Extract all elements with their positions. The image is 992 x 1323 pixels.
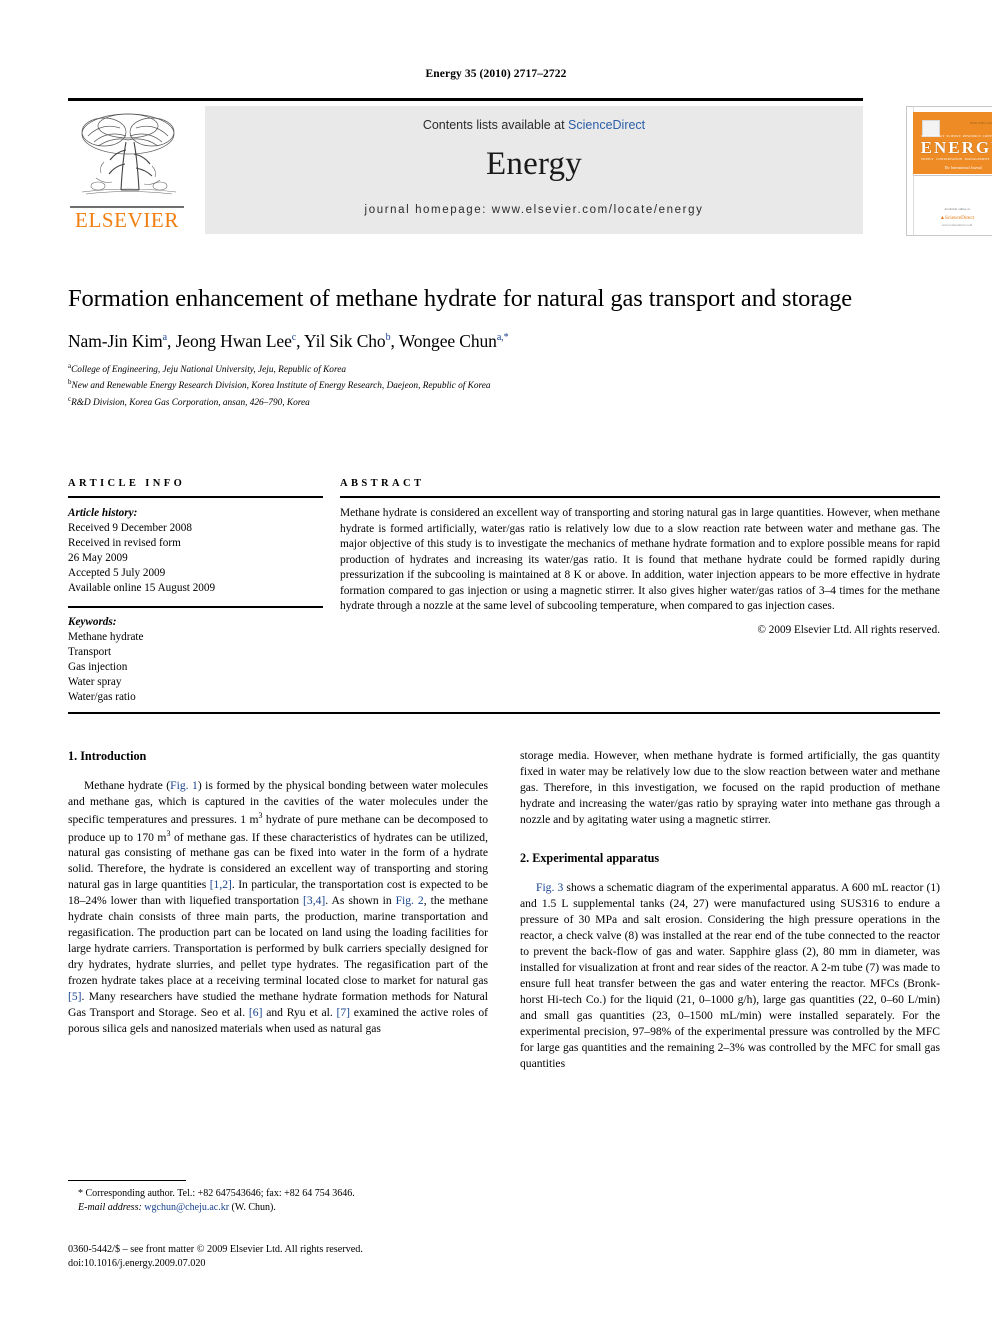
- experimental-text: shows a schematic diagram of the experim…: [520, 880, 940, 1070]
- author-affil-mark: b: [385, 332, 391, 344]
- author-name: Yil Sik Cho: [304, 330, 386, 351]
- intro-text-i: and Ryu et al.: [262, 1006, 337, 1020]
- citation-ref-7[interactable]: [7]: [337, 1006, 351, 1019]
- keyword-item: Water spray: [68, 676, 122, 688]
- keywords-label: Keywords:: [68, 616, 117, 628]
- journal-cover-thumbnail[interactable]: ISSN 0360-5442 TECHNOLOGY SCIENCE RESOUR…: [906, 106, 992, 236]
- article-info-rule-top: [68, 496, 323, 498]
- abstract-copyright: © 2009 Elsevier Ltd. All rights reserved…: [757, 623, 941, 636]
- author-name: Nam-Jin Kim: [68, 330, 163, 351]
- abstract-heading: ABSTRACT: [340, 478, 425, 489]
- affiliation-text: R&D Division, Korea Gas Corporation, ans…: [71, 398, 310, 409]
- article-info-heading: ARTICLE INFO: [68, 478, 186, 489]
- figure-ref-fig2[interactable]: Fig. 2: [396, 894, 424, 907]
- author-affil-mark: c: [291, 332, 297, 344]
- email-suffix: (W. Chun).: [229, 1202, 276, 1213]
- affiliation-item: aCollege of Engineering, Jeju National U…: [68, 361, 940, 378]
- cover-url: www.sciencedirect.com: [941, 223, 973, 227]
- citation-ref-6[interactable]: [6]: [249, 1006, 263, 1019]
- affiliation-item: cR&D Division, Korea Gas Corporation, an…: [68, 394, 940, 411]
- cover-issn: ISSN 0360-5442: [969, 121, 992, 125]
- figure-ref-fig1[interactable]: Fig. 1: [170, 779, 198, 792]
- cover-bottom-label: MANAGEMENT: [964, 157, 990, 161]
- author-name: Wongee Chun: [398, 330, 497, 351]
- affiliation-list: aCollege of Engineering, Jeju National U…: [68, 361, 940, 411]
- page-title: Formation enhancement of methane hydrate…: [68, 285, 853, 312]
- imprint-line-issn: 0360-5442/$ – see front matter © 2009 El…: [68, 1244, 363, 1255]
- masthead-center-band: Contents lists available at ScienceDirec…: [205, 106, 863, 234]
- email-note: E-mail address: wgchun@cheju.ac.kr (W. C…: [68, 1201, 488, 1215]
- keyword-item: Transport: [68, 646, 112, 658]
- article-history-item: Received 9 December 2008: [68, 522, 192, 534]
- article-history-item: Received in revised form: [68, 537, 181, 549]
- cover-footer-note: Available online at: [944, 207, 970, 211]
- article-info-rule-mid: [68, 606, 323, 608]
- intro-text-g: , the methane hydrate chain consists of …: [68, 894, 489, 988]
- experimental-paragraph: Fig. 3 shows a schematic diagram of the …: [520, 880, 940, 1072]
- intro-text-a: Methane hydrate (: [84, 778, 171, 792]
- cover-sciencedirect-text: ScienceDirect: [945, 215, 975, 221]
- cover-bottom-label: CONSERVATION: [936, 157, 963, 161]
- author-name: Jeong Hwan Lee: [175, 330, 292, 351]
- section-heading-introduction: 1. Introduction: [68, 749, 147, 763]
- article-history-label: Article history:: [68, 507, 138, 519]
- email-link[interactable]: wgchun@cheju.ac.kr: [144, 1202, 229, 1213]
- journal-masthead: ELSEVIER Contents lists available at Sci…: [68, 98, 992, 238]
- corresponding-author-note: * Corresponding author. Tel.: +82 647543…: [78, 1188, 355, 1199]
- imprint-block: 0360-5442/$ – see front matter © 2009 El…: [68, 1243, 498, 1272]
- elsevier-tree-icon: [81, 113, 177, 195]
- footnote-block: * Corresponding author. Tel.: +82 647543…: [68, 1180, 488, 1215]
- keyword-item: Water/gas ratio: [68, 691, 136, 703]
- cover-subtitle: The International Journal: [944, 166, 982, 170]
- cover-orange-panel: ISSN 0360-5442 TECHNOLOGY SCIENCE RESOUR…: [913, 112, 992, 174]
- keywords-group: Keywords: Methane hydrate Transport Gas …: [68, 615, 323, 705]
- elsevier-wordmark: ELSEVIER: [75, 208, 179, 232]
- article-history-item: 26 May 2009: [68, 552, 128, 564]
- journal-article-page: Energy 35 (2010) 2717–2722 ELSEVIER Cont…: [0, 0, 992, 1323]
- email-label: E-mail address:: [78, 1202, 142, 1213]
- cover-title: ENERGY: [920, 138, 992, 157]
- article-history: Article history: Received 9 December 200…: [68, 506, 323, 596]
- contents-lists-prefix: Contents lists available at: [422, 118, 569, 132]
- citation-ref-3-4[interactable]: [3,4]: [303, 894, 325, 907]
- abstract-text: Methane hydrate is considered an excelle…: [340, 507, 940, 612]
- cover-bottom-label: SUPPLY: [921, 157, 934, 161]
- cover-bottom-labels: SUPPLY CONSERVATION MANAGEMENT POLICY: [921, 157, 992, 161]
- citation-ref-5[interactable]: [5]: [68, 990, 82, 1003]
- keyword-item: Methane hydrate: [68, 631, 144, 643]
- abstract-rule-top: [340, 496, 940, 498]
- running-head: Energy 35 (2010) 2717–2722: [425, 68, 567, 80]
- affiliation-item: bNew and Renewable Energy Research Divis…: [68, 377, 940, 394]
- keyword-item: Gas injection: [68, 661, 128, 673]
- author-list: Nam-Jin Kima, Jeong Hwan Leec, Yil Sik C…: [68, 330, 509, 351]
- article-history-item: Available online 15 August 2009: [68, 582, 216, 594]
- author-affil-mark: a: [162, 332, 167, 344]
- masthead-top-rule: [68, 98, 863, 101]
- elsevier-logo: ELSEVIER: [68, 106, 190, 236]
- author-affil-mark: a,*: [496, 332, 509, 344]
- body-column-left: 1. Introduction Methane hydrate (Fig. 1)…: [68, 748, 488, 1037]
- right-paragraph-continued: storage media. However, when methane hyd…: [520, 749, 940, 826]
- section-heading-experimental-apparatus: 2. Experimental apparatus: [520, 850, 660, 865]
- imprint-line-doi[interactable]: doi:10.1016/j.energy.2009.07.020: [68, 1257, 498, 1271]
- body-column-right: storage media. However, when methane hyd…: [520, 748, 940, 1072]
- cover-divider: [913, 175, 992, 176]
- abstract-box: ABSTRACT Methane hydrate is considered a…: [340, 478, 940, 636]
- body-separator-rule: [68, 712, 940, 714]
- intro-text-f: . As shown in: [325, 894, 396, 908]
- cover-sciencedirect-logo: ▲ScienceDirect: [913, 215, 992, 221]
- article-history-item: Accepted 5 July 2009: [68, 567, 166, 579]
- footnote-rule: [68, 1180, 186, 1181]
- journal-homepage-link[interactable]: journal homepage: www.elsevier.com/locat…: [205, 204, 863, 216]
- title-block: Formation enhancement of methane hydrate…: [68, 284, 940, 411]
- citation-ref-1-2[interactable]: [1,2]: [210, 878, 232, 891]
- article-info-box: ARTICLE INFO Article history: Received 9…: [68, 478, 323, 705]
- affiliation-text: New and Renewable Energy Research Divisi…: [71, 381, 491, 392]
- sciencedirect-link[interactable]: ScienceDirect: [568, 118, 645, 132]
- journal-title: Energy: [486, 146, 582, 182]
- affiliation-text: College of Engineering, Jeju National Un…: [71, 364, 347, 375]
- contents-lists-line: Contents lists available at ScienceDirec…: [205, 118, 863, 132]
- intro-paragraph: Methane hydrate (Fig. 1) is formed by th…: [68, 778, 488, 1037]
- figure-ref-fig3[interactable]: Fig. 3: [536, 881, 563, 894]
